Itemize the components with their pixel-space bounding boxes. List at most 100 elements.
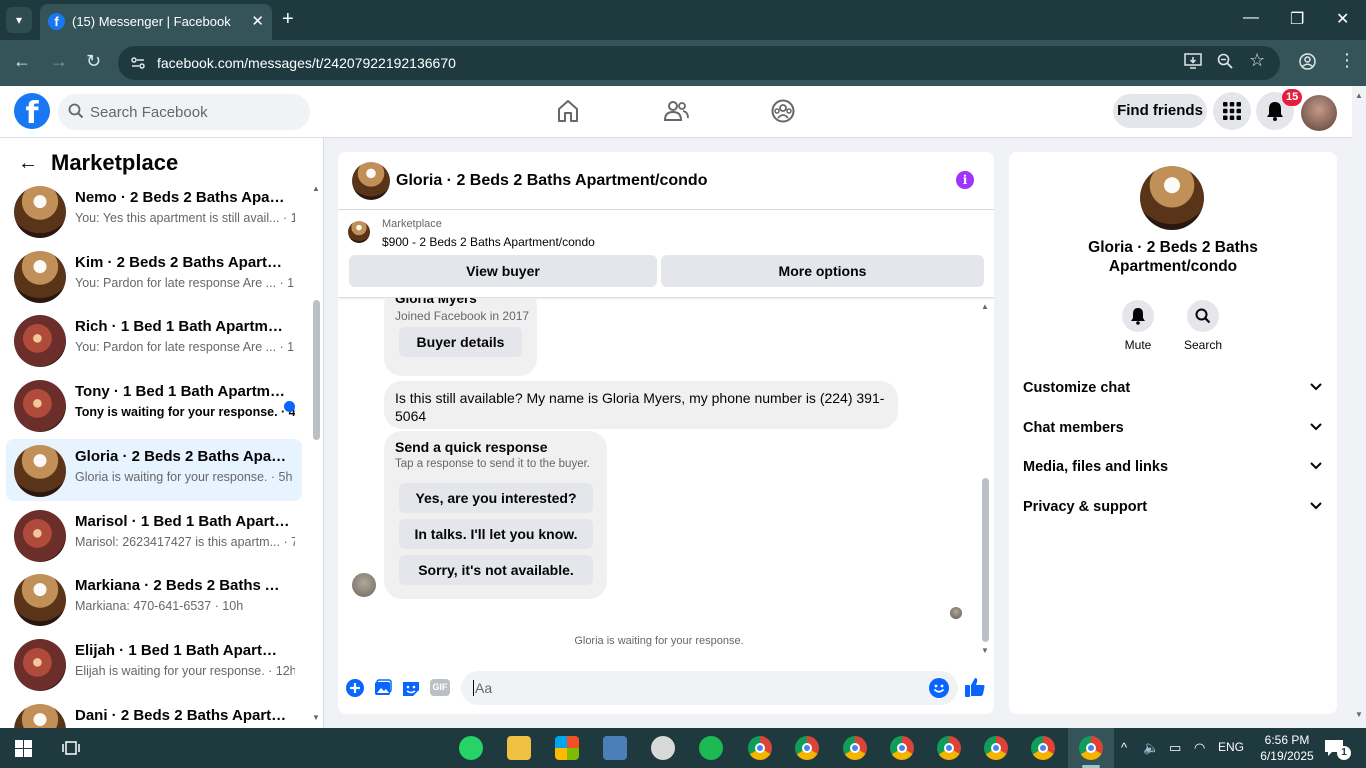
minimize-icon[interactable]: — (1243, 9, 1259, 27)
conversation-item[interactable]: Marisol · 1 Bed 1 Bath Apartmen... Mariso… (6, 504, 302, 566)
quick-reply-button[interactable]: In talks. I'll let you know. (399, 519, 593, 549)
microsoft-store-icon[interactable] (555, 736, 579, 760)
chrome-icon[interactable] (890, 736, 914, 760)
page-scrollbar[interactable]: ▲ ▼ (1352, 86, 1366, 728)
chat-title[interactable]: Gloria · 2 Beds 2 Baths Apartment/condo (396, 172, 707, 190)
message-input[interactable]: Aa (461, 671, 958, 705)
conversation-item[interactable]: Dani · 2 Beds 2 Baths Apartmen...Dani is… (6, 698, 302, 728)
sender-avatar[interactable] (352, 573, 376, 597)
install-icon[interactable] (1184, 53, 1202, 74)
info-icon[interactable]: i (956, 171, 974, 189)
chevron-up-icon[interactable]: ^ (1121, 740, 1127, 755)
buyer-profile-card: Gloria Myers Joined Facebook in 2017 Buy… (384, 298, 537, 376)
conversation-item[interactable]: Elijah · 1 Bed 1 Bath Apartment/... Elija… (6, 633, 302, 695)
privacy-support-section[interactable]: Privacy & support (1023, 496, 1323, 520)
chat-details-avatar[interactable] (1140, 166, 1204, 230)
emoji-icon[interactable] (929, 678, 949, 698)
browser-tab[interactable]: f (15) Messenger | Facebook ✕ (40, 4, 272, 40)
home-icon[interactable] (555, 98, 581, 124)
reload-icon[interactable]: ↻ (86, 51, 101, 72)
chrome-icon[interactable] (748, 736, 772, 760)
listing-thumbnail[interactable] (348, 221, 370, 243)
avatar[interactable] (1301, 95, 1337, 131)
search-conversation-button[interactable]: Search (1173, 300, 1233, 352)
windows-start-icon[interactable] (15, 740, 32, 757)
chrome-icon[interactable] (795, 736, 819, 760)
task-view-icon[interactable] (62, 739, 80, 757)
facebook-logo[interactable]: f (14, 93, 50, 131)
customize-chat-section[interactable]: Customize chat (1023, 377, 1323, 401)
scroll-down-icon[interactable]: ▼ (981, 646, 989, 655)
menu-button[interactable] (1213, 92, 1251, 130)
tab-title: (15) Messenger | Facebook (72, 14, 231, 29)
sticker-icon[interactable] (401, 678, 421, 698)
conversation-item[interactable]: Kim · 2 Beds 2 Baths Apartment... You: Pa… (6, 245, 302, 307)
whatsapp-icon[interactable] (459, 736, 483, 760)
star-icon[interactable]: ☆ (1249, 50, 1265, 71)
back-icon[interactable]: ← (13, 51, 31, 72)
thumbs-up-icon[interactable] (964, 676, 986, 698)
taskbar-clock[interactable]: 6:56 PM 6/19/2025 (1256, 732, 1318, 764)
plus-circle-icon[interactable] (345, 678, 365, 698)
view-buyer-button[interactable]: View buyer (349, 255, 657, 287)
conversation-name: Marisol · 1 Bed 1 Bath Apartmen... (75, 512, 290, 530)
zoom-icon[interactable] (1217, 53, 1233, 74)
language-indicator[interactable]: ENG (1218, 740, 1244, 754)
scroll-up-icon[interactable]: ▲ (981, 302, 989, 311)
scroll-down-icon[interactable]: ▼ (312, 713, 320, 722)
forward-icon[interactable]: → (50, 51, 68, 72)
quick-reply-button[interactable]: Sorry, it's not available. (399, 555, 593, 585)
plus-icon[interactable]: + (282, 8, 294, 31)
gif-icon[interactable]: GIF (430, 679, 450, 696)
buyer-details-button[interactable]: Buyer details (399, 327, 522, 357)
chat-avatar[interactable] (352, 162, 390, 200)
scroll-up-icon[interactable]: ▲ (1355, 91, 1363, 100)
battery-icon[interactable]: ▭ (1169, 740, 1181, 756)
chrome-icon[interactable] (843, 736, 867, 760)
quick-reply-button[interactable]: Yes, are you interested? (399, 483, 593, 513)
find-friends-button[interactable]: Find friends (1113, 94, 1207, 128)
section-label: Media, files and links (1023, 459, 1169, 475)
more-options-button[interactable]: More options (661, 255, 984, 287)
chrome-icon[interactable] (1079, 736, 1103, 760)
back-arrow-icon[interactable]: ← (18, 152, 38, 175)
search-input[interactable]: Search Facebook (58, 94, 310, 130)
kebab-menu-icon[interactable]: ⋮ (1338, 50, 1356, 71)
marketplace-listing-bar: Marketplace $900 - 2 Beds 2 Baths Apartm… (338, 210, 994, 298)
friends-icon[interactable] (663, 98, 689, 124)
spotify-icon[interactable] (699, 736, 723, 760)
sidebar-scrollbar[interactable] (313, 300, 320, 440)
file-explorer-icon[interactable] (507, 736, 531, 760)
scroll-up-icon[interactable]: ▲ (312, 184, 320, 193)
scroll-down-icon[interactable]: ▼ (1355, 710, 1363, 719)
volume-icon[interactable]: 🔈 (1143, 740, 1159, 756)
search-icon (1195, 308, 1211, 324)
conversation-item[interactable]: Nemo · 2 Beds 2 Baths Apartme... You: Yes… (6, 180, 302, 242)
chrome-icon[interactable] (984, 736, 1008, 760)
mute-button[interactable]: Mute (1108, 300, 1168, 352)
paint-icon[interactable] (651, 736, 675, 760)
tab-menu-icon[interactable]: ▾ (6, 7, 32, 33)
listing-title[interactable]: $900 - 2 Beds 2 Baths Apartment/condo (382, 235, 595, 249)
url-bar[interactable]: facebook.com/messages/t/2420792219213667… (118, 46, 1280, 80)
conversation-thumbnail (14, 574, 66, 627)
chat-scrollbar[interactable] (982, 478, 989, 642)
site-info-icon[interactable] (130, 55, 146, 71)
message-bubble: Is this still available? My name is Glor… (384, 381, 898, 429)
groups-icon[interactable] (770, 98, 796, 124)
wifi-icon[interactable]: ◠ (1194, 740, 1205, 756)
conversation-item[interactable]: Tony · 1 Bed 1 Bath Apartment... Tony is … (6, 374, 302, 436)
close-icon[interactable]: ✕ (251, 12, 264, 30)
close-window-icon[interactable]: ✕ (1336, 9, 1349, 29)
conversation-item[interactable]: Gloria · 2 Beds 2 Baths Apartme... Gloria… (6, 438, 302, 501)
chat-members-section[interactable]: Chat members (1023, 417, 1323, 441)
media-files-section[interactable]: Media, files and links (1023, 456, 1323, 480)
chrome-icon[interactable] (1031, 736, 1055, 760)
photo-icon[interactable] (373, 678, 393, 698)
profile-icon[interactable] (1299, 53, 1316, 75)
chrome-icon[interactable] (937, 736, 961, 760)
app-icon[interactable] (603, 736, 627, 760)
conversation-item[interactable]: Rich · 1 Bed 1 Bath Apartment/c... You: P… (6, 309, 302, 371)
restore-icon[interactable]: ❐ (1290, 9, 1304, 29)
conversation-item[interactable]: Markiana · 2 Beds 2 Baths Apart... Markia… (6, 568, 302, 630)
